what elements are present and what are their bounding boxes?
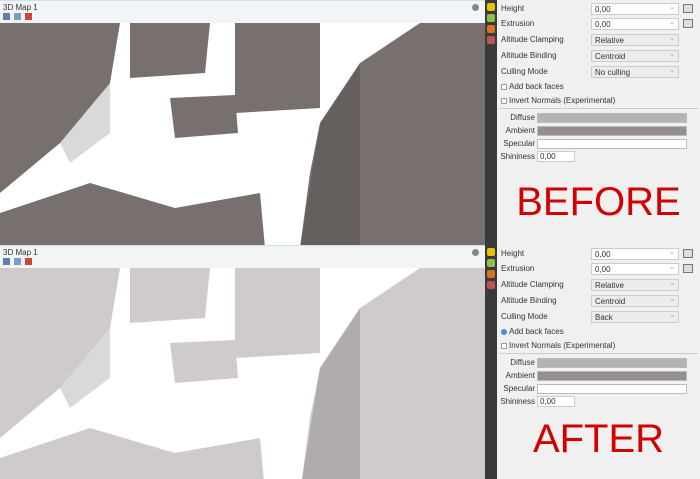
- data-defined-icon[interactable]: [683, 19, 693, 28]
- 3d-view-tab-icon[interactable]: [487, 259, 495, 267]
- layers-icon[interactable]: [14, 258, 21, 265]
- divider: [499, 353, 698, 354]
- 3d-view-tab-icon[interactable]: [487, 14, 495, 22]
- altitude-clamping-label: Altitude Clamping: [501, 35, 564, 44]
- caption: BEFORE: [516, 180, 681, 224]
- settings-icon[interactable]: [472, 4, 479, 11]
- altitude-clamping-label: Altitude Clamping: [501, 280, 564, 289]
- after-section: 3D Map 1 Height 0,00 ⌄ Extrusion 0,00 ⌄ …: [0, 245, 700, 479]
- altitude-binding-select[interactable]: Centroid: [591, 49, 679, 62]
- diffuse-color-button[interactable]: [537, 112, 687, 123]
- identify-icon[interactable]: [25, 258, 32, 265]
- buildings-render: [0, 23, 485, 245]
- map-title: 3D Map 1: [3, 248, 38, 257]
- checkbox-icon[interactable]: [501, 97, 507, 104]
- symbology-tab-icon[interactable]: [487, 281, 495, 289]
- checkbox-icon[interactable]: [501, 342, 507, 349]
- extrusion-input[interactable]: 0,00: [591, 262, 679, 275]
- shininess-label: Shininess: [500, 152, 535, 161]
- rendering-tab-icon[interactable]: [487, 270, 495, 278]
- ambient-label: Ambient: [505, 126, 535, 135]
- shininess-input[interactable]: 0,00: [537, 396, 575, 407]
- diffuse-color-button[interactable]: [537, 357, 687, 368]
- specular-label: Specular: [503, 139, 535, 148]
- settings-icon[interactable]: [472, 249, 479, 256]
- altitude-clamping-select[interactable]: Relative: [591, 278, 679, 291]
- building: [235, 268, 320, 358]
- data-defined-icon[interactable]: [683, 264, 693, 273]
- invert-normals-checkbox[interactable]: Invert Normals (Experimental): [501, 341, 615, 350]
- specular-color-button[interactable]: [537, 138, 687, 149]
- culling-mode-select[interactable]: Back: [591, 310, 679, 323]
- divider: [499, 108, 698, 109]
- add-back-faces-label: Add back faces: [509, 82, 564, 91]
- labels-tab-icon[interactable]: [487, 3, 495, 11]
- altitude-clamping-select[interactable]: Relative: [591, 33, 679, 46]
- 3d-properties-panel: Height 0,00 Extrusion 0,00 Altitude Clampi…: [497, 0, 700, 245]
- data-defined-icon[interactable]: [683, 4, 693, 13]
- altitude-binding-label: Altitude Binding: [501, 296, 557, 305]
- zoom-full-icon[interactable]: [3, 13, 10, 20]
- add-back-faces-checkbox[interactable]: Add back faces: [501, 82, 564, 91]
- altitude-binding-select[interactable]: Centroid: [591, 294, 679, 307]
- height-input[interactable]: 0,00: [591, 2, 679, 15]
- extrusion-label: Extrusion: [501, 19, 535, 28]
- caption: AFTER: [532, 417, 665, 461]
- add-back-faces-checkbox[interactable]: Add back faces: [501, 327, 564, 336]
- height-input[interactable]: 0,00: [591, 247, 679, 260]
- checkbox-icon[interactable]: [501, 328, 507, 335]
- buildings-render: [0, 268, 485, 479]
- rendering-tab-icon[interactable]: [487, 25, 495, 33]
- layers-icon[interactable]: [14, 13, 21, 20]
- ambient-color-button[interactable]: [537, 370, 687, 381]
- symbology-tab-icon[interactable]: [487, 36, 495, 44]
- building: [0, 428, 264, 479]
- diffuse-label: Diffuse: [510, 358, 535, 367]
- map-view: 3D Map 1: [0, 245, 485, 479]
- 3d-properties-panel: Height 0,00 Extrusion 0,00 Altitude Clampi…: [497, 245, 700, 479]
- add-back-faces-label: Add back faces: [509, 327, 564, 336]
- building: [130, 23, 210, 78]
- building: [0, 183, 265, 245]
- map-title: 3D Map 1: [3, 3, 38, 12]
- panel-tab-strip: [485, 245, 497, 479]
- invert-normals-checkbox[interactable]: Invert Normals (Experimental): [501, 96, 615, 105]
- invert-normals-label: Invert Normals (Experimental): [509, 96, 616, 105]
- data-defined-icon[interactable]: [683, 249, 693, 258]
- shininess-label: Shininess: [500, 397, 535, 406]
- checkbox-icon[interactable]: [501, 83, 507, 90]
- ambient-label: Ambient: [505, 371, 535, 380]
- 3d-map-canvas[interactable]: [0, 268, 485, 479]
- map-view: 3D Map 1: [0, 0, 485, 245]
- panel-tab-strip: [485, 0, 497, 245]
- ambient-color-button[interactable]: [537, 125, 687, 136]
- shininess-input[interactable]: 0,00: [537, 151, 575, 162]
- map-toolbar: [3, 13, 32, 20]
- culling-mode-label: Culling Mode: [501, 67, 548, 76]
- specular-color-button[interactable]: [537, 383, 687, 394]
- 3d-map-canvas[interactable]: [0, 23, 485, 245]
- invert-normals-label: Invert Normals (Experimental): [509, 341, 616, 350]
- culling-mode-select[interactable]: No culling: [591, 65, 679, 78]
- diffuse-label: Diffuse: [510, 113, 535, 122]
- extrusion-input[interactable]: 0,00: [591, 17, 679, 30]
- extrusion-label: Extrusion: [501, 264, 535, 273]
- map-toolbar: [3, 258, 32, 265]
- building: [235, 23, 320, 113]
- building: [170, 95, 238, 138]
- height-label: Height: [501, 249, 525, 258]
- before-section: 3D Map 1 Height 0,00 ⌄ Extrusion 0,00 ⌄ …: [0, 0, 700, 245]
- identify-icon[interactable]: [25, 13, 32, 20]
- building: [130, 268, 210, 323]
- culling-mode-label: Culling Mode: [501, 312, 548, 321]
- specular-label: Specular: [503, 384, 535, 393]
- building: [170, 340, 238, 383]
- labels-tab-icon[interactable]: [487, 248, 495, 256]
- altitude-binding-label: Altitude Binding: [501, 51, 557, 60]
- height-label: Height: [501, 4, 525, 13]
- zoom-full-icon[interactable]: [3, 258, 10, 265]
